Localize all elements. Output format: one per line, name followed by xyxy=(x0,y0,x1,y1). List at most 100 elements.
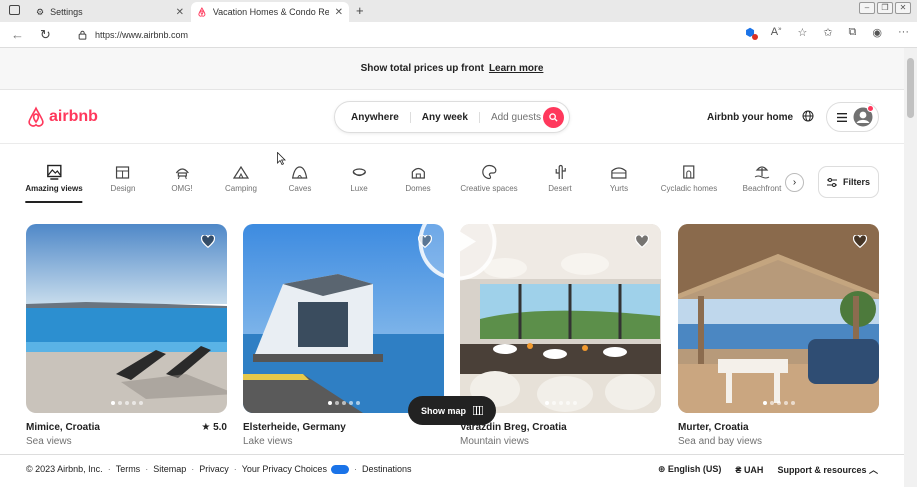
tab-title: Vacation Homes & Condo Rentals xyxy=(212,7,329,17)
camping-icon xyxy=(232,165,249,179)
footer-link-terms[interactable]: Terms xyxy=(116,464,141,474)
support-resources-button[interactable]: Support & resources ︿ xyxy=(777,463,878,476)
beachfront-icon xyxy=(754,166,770,179)
search-icon xyxy=(549,113,558,122)
page-scrollbar[interactable] xyxy=(904,48,917,487)
creative-spaces-icon xyxy=(481,164,497,180)
notification-dot xyxy=(867,105,874,112)
lock-icon xyxy=(78,30,87,40)
heart-icon[interactable] xyxy=(635,235,649,248)
search-when[interactable]: Any week xyxy=(411,111,480,123)
site-footer: © 2023 Airbnb, Inc. · Terms · Sitemap · … xyxy=(0,454,904,483)
map-icon xyxy=(473,406,483,415)
currency-selector[interactable]: ₴ UAH xyxy=(735,465,763,475)
domes-icon xyxy=(411,167,425,179)
tab-title: Settings xyxy=(50,7,83,17)
scrollbar-thumb[interactable] xyxy=(907,58,914,118)
listing-subtitle: Lake views xyxy=(243,436,293,447)
category-luxe[interactable]: Luxe xyxy=(350,164,368,193)
airbnb-logo[interactable]: airbnb xyxy=(26,106,98,128)
category-design[interactable]: Design xyxy=(111,164,135,193)
profile-icon[interactable]: ◉ xyxy=(872,26,882,39)
category-omg[interactable]: OMG! xyxy=(171,164,193,193)
minimize-icon[interactable]: – xyxy=(859,2,875,14)
tab-airbnb[interactable]: Vacation Homes & Condo Rentals ✕ xyxy=(191,2,349,22)
filters-button[interactable]: Filters xyxy=(818,166,879,198)
footer-link-privacy-choices[interactable]: Your Privacy Choices xyxy=(242,464,327,474)
category-amazing-views[interactable]: Amazing views xyxy=(25,164,84,203)
search-guests[interactable]: Add guests xyxy=(480,112,552,123)
learn-more-link[interactable]: Learn more xyxy=(489,63,543,74)
listing-photo-image xyxy=(678,224,879,413)
search-button[interactable] xyxy=(543,107,564,128)
listing-title: Mimice, Croatia xyxy=(26,422,100,433)
refresh-icon[interactable]: ↻ xyxy=(40,27,51,43)
privacy-toggle-icon[interactable] xyxy=(330,464,349,474)
category-domes[interactable]: Domes xyxy=(405,164,431,193)
listing-photo[interactable] xyxy=(26,224,227,413)
footer-link-sitemap[interactable]: Sitemap xyxy=(153,464,186,474)
tab-settings[interactable]: ⚙ Settings ✕ xyxy=(30,2,190,22)
category-yurts[interactable]: Yurts xyxy=(610,164,628,193)
search-bar[interactable]: Anywhere Any week Add guests xyxy=(334,101,570,133)
design-icon xyxy=(116,166,130,179)
airbnb-favicon-icon xyxy=(198,7,206,17)
add-favorite-icon[interactable]: ☆ xyxy=(797,26,807,39)
cycladic-homes-icon xyxy=(683,165,695,179)
close-window-icon[interactable]: ✕ xyxy=(895,2,911,14)
listing-card[interactable]: Mimice, Croatia ★ 5.0 Sea views xyxy=(26,224,227,447)
read-aloud-icon[interactable]: A» xyxy=(771,26,782,39)
category-beachfront[interactable]: Beachfront xyxy=(741,164,783,193)
mouse-cursor-icon xyxy=(277,152,286,165)
category-desert[interactable]: Desert xyxy=(548,164,572,193)
category-cycladic-homes[interactable]: Cycladic homes xyxy=(661,164,717,193)
show-map-button[interactable]: Show map xyxy=(408,396,496,425)
new-tab-icon[interactable]: + xyxy=(356,3,364,18)
listing-title: Murter, Croatia xyxy=(678,422,749,433)
airbnb-your-home-link[interactable]: Airbnb your home xyxy=(707,112,793,123)
close-tab-icon[interactable]: ✕ xyxy=(335,7,343,18)
browser-toolbar: ⬢ A» ☆ ✩ ⧉ ◉ ··· xyxy=(745,26,909,40)
listing-photo[interactable] xyxy=(678,224,879,413)
url-field[interactable]: https://www.airbnb.com xyxy=(68,25,698,45)
footer-link-destinations[interactable]: Destinations xyxy=(362,464,412,474)
play-overlay-icon[interactable] xyxy=(418,202,497,281)
maximize-icon[interactable]: ❐ xyxy=(877,2,893,14)
shield-notification-icon[interactable]: ⬢ xyxy=(745,26,758,40)
more-icon[interactable]: ··· xyxy=(898,26,909,39)
favorites-icon[interactable]: ✩ xyxy=(823,26,832,39)
yurts-icon xyxy=(611,167,627,179)
window-controls: – ❐ ✕ xyxy=(859,2,911,14)
promo-banner: Show total prices up front Learn more xyxy=(0,48,904,90)
listing-rating: ★ 5.0 xyxy=(201,422,227,433)
search-where[interactable]: Anywhere xyxy=(335,111,411,123)
category-creative-spaces[interactable]: Creative spaces xyxy=(460,164,518,193)
globe-icon[interactable] xyxy=(802,110,814,122)
category-next-button[interactable]: › xyxy=(785,173,804,192)
listing-card[interactable]: Murter, Croatia Sea and bay views xyxy=(678,224,879,447)
logo-text: airbnb xyxy=(49,108,98,125)
caves-icon xyxy=(292,166,308,179)
heart-icon[interactable] xyxy=(853,235,867,248)
listing-photo-image xyxy=(26,224,227,413)
filters-label: Filters xyxy=(842,177,870,187)
close-tab-icon[interactable]: ✕ xyxy=(176,7,184,18)
language-selector[interactable]: ⊕ English (US) xyxy=(658,464,722,475)
back-icon[interactable]: ← xyxy=(11,27,24,42)
currency-icon: ₴ xyxy=(735,464,742,475)
filters-icon xyxy=(826,177,837,187)
footer-link-privacy[interactable]: Privacy xyxy=(199,464,229,474)
footer-settings: ⊕ English (US) ₴ UAH Support & resources… xyxy=(658,463,878,476)
listing-photo[interactable] xyxy=(243,224,444,413)
airbnb-logo-icon xyxy=(28,106,44,127)
user-menu-button[interactable] xyxy=(826,102,879,132)
category-caves[interactable]: Caves xyxy=(289,164,311,193)
category-camping[interactable]: Camping xyxy=(225,164,257,193)
heart-icon[interactable] xyxy=(201,235,215,248)
url-text: https://www.airbnb.com xyxy=(95,30,189,40)
listing-subtitle: Sea views xyxy=(26,436,72,447)
listing-photo-image xyxy=(243,224,444,413)
window-menu-icon[interactable] xyxy=(9,5,20,15)
chevron-right-icon: › xyxy=(792,177,797,188)
collections-icon[interactable]: ⧉ xyxy=(849,26,857,39)
